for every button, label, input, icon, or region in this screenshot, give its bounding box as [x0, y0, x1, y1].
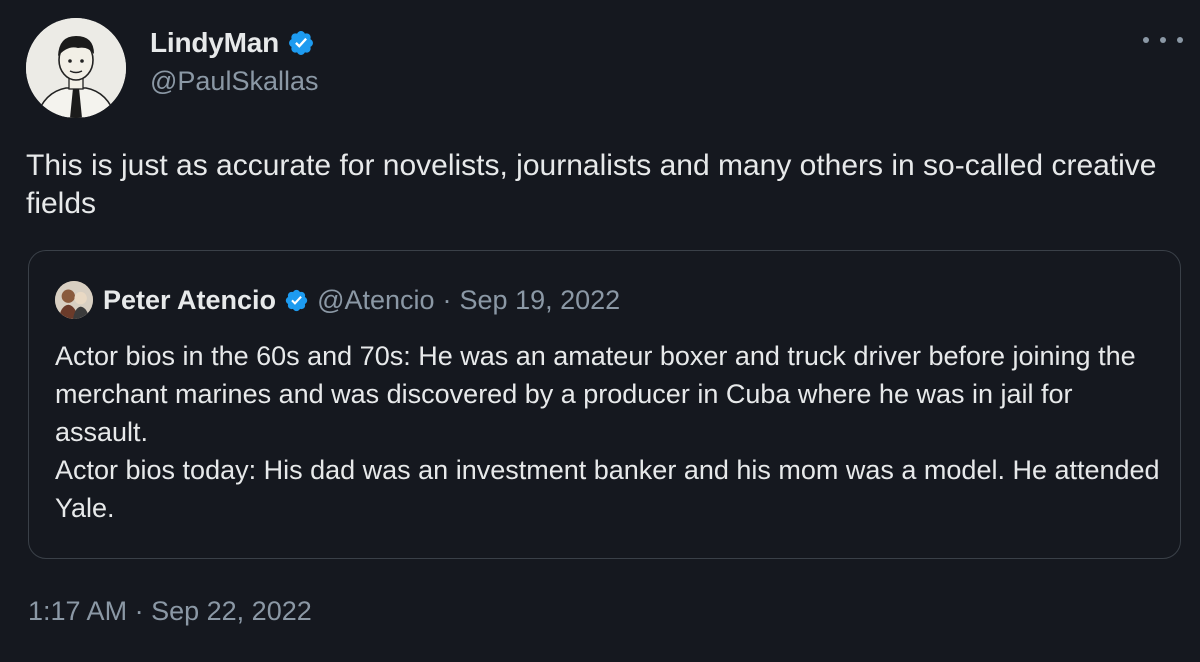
timestamp-separator: ·: [134, 596, 144, 626]
tweet-timestamp[interactable]: 1:17 AM · Sep 22, 2022: [28, 596, 312, 627]
more-dot: [1143, 37, 1149, 43]
quoted-text-line: Actor bios today: His dad was an investm…: [55, 455, 1160, 523]
more-dot: [1160, 37, 1166, 43]
quoted-text-line: Actor bios in the 60s and 70s: He was an…: [55, 341, 1136, 447]
quoted-tweet-card[interactable]: Peter Atencio @Atencio · Sep 19, 2022 Ac…: [28, 250, 1181, 559]
author-display-name[interactable]: LindyMan: [150, 27, 279, 59]
tweet-date: Sep 22, 2022: [151, 596, 312, 626]
quoted-author-avatar[interactable]: [55, 281, 93, 319]
tweet-text: This is just as accurate for novelists, …: [26, 149, 1157, 220]
verified-badge-icon[interactable]: [284, 288, 309, 313]
quoted-tweet-text: Actor bios in the 60s and 70s: He was an…: [55, 337, 1165, 527]
tweet: LindyMan @PaulSkallas This is just as ac…: [0, 0, 1200, 662]
author-name-row: LindyMan: [150, 27, 315, 59]
quoted-tweet-header: Peter Atencio @Atencio · Sep 19, 2022: [55, 281, 620, 319]
more-dot: [1177, 37, 1183, 43]
author-avatar[interactable]: [26, 18, 126, 118]
quoted-display-name[interactable]: Peter Atencio: [103, 285, 276, 316]
quoted-handle[interactable]: @Atencio: [317, 285, 434, 316]
author-handle[interactable]: @PaulSkallas: [150, 66, 319, 97]
tweet-time: 1:17 AM: [28, 596, 128, 626]
more-horizontal-icon[interactable]: [1143, 30, 1183, 50]
quoted-date[interactable]: Sep 19, 2022: [460, 285, 621, 316]
author-avatar-illustration: [26, 18, 126, 118]
quoted-separator: ·: [442, 284, 452, 315]
verified-badge-icon[interactable]: [287, 29, 315, 57]
